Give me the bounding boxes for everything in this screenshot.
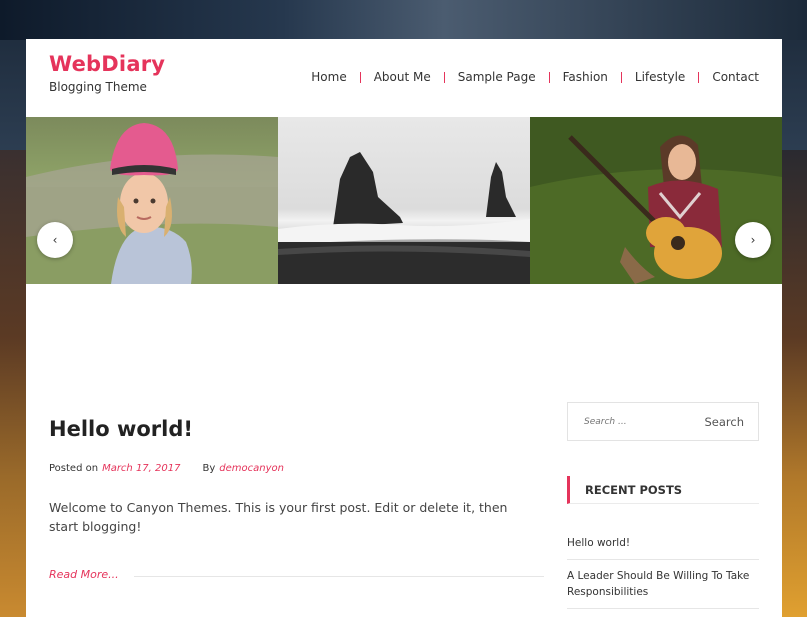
- slide-image-beach[interactable]: [278, 117, 530, 284]
- recent-posts-heading: RECENT POSTS: [567, 476, 759, 504]
- page-container: WebDiary Blogging Theme Home About Me Sa…: [26, 39, 782, 617]
- posted-on-label: Posted on: [49, 463, 99, 474]
- site-description: Blogging Theme: [49, 80, 147, 94]
- nav-item-lifestyle[interactable]: Lifestyle: [622, 70, 698, 84]
- recent-post-item[interactable]: A Leader Should Be Willing To Take Respo…: [567, 560, 759, 609]
- meta-spacer: [184, 463, 198, 474]
- site-title[interactable]: WebDiary: [49, 52, 165, 76]
- main-nav: Home About Me Sample Page Fashion Lifest…: [298, 70, 759, 84]
- post-author-link[interactable]: democanyon: [219, 463, 284, 474]
- slide-image-guitar[interactable]: [530, 117, 782, 284]
- post-excerpt: Welcome to Canyon Themes. This is your f…: [49, 500, 508, 534]
- post-title[interactable]: Hello world!: [49, 417, 193, 441]
- background-pier-right: [781, 150, 807, 617]
- nav-item-contact[interactable]: Contact: [699, 70, 759, 84]
- beach-photo-illustration: [278, 152, 530, 284]
- slide-image-child[interactable]: [26, 117, 278, 284]
- guitar-photo-illustration: [530, 117, 782, 284]
- nav-item-sample-page[interactable]: Sample Page: [445, 70, 549, 84]
- nav-item-fashion[interactable]: Fashion: [550, 70, 621, 84]
- post-meta: Posted on March 17, 2017 By democanyon: [49, 463, 284, 474]
- nav-item-home[interactable]: Home: [298, 70, 359, 84]
- background-sky: [0, 0, 807, 40]
- chevron-left-icon: ‹: [52, 233, 58, 247]
- slider-next-button[interactable]: ›: [735, 222, 771, 258]
- nav-item-about-me[interactable]: About Me: [361, 70, 444, 84]
- recent-post-item[interactable]: Hello world!: [567, 530, 759, 560]
- search-input[interactable]: [584, 416, 694, 427]
- read-more-link[interactable]: Read More...: [49, 568, 119, 581]
- read-more-divider: [134, 576, 544, 577]
- search-form: Search: [567, 402, 759, 441]
- slider-prev-button[interactable]: ‹: [37, 222, 73, 258]
- by-label: By: [202, 463, 216, 474]
- post-date-link[interactable]: March 17, 2017: [102, 463, 180, 474]
- background-pier-left: [0, 150, 26, 617]
- image-slider: ‹ ›: [26, 117, 782, 284]
- chevron-right-icon: ›: [750, 233, 756, 247]
- search-button[interactable]: Search: [704, 415, 744, 429]
- child-photo-illustration: [26, 123, 278, 284]
- recent-posts-list: Hello world! A Leader Should Be Willing …: [567, 530, 759, 609]
